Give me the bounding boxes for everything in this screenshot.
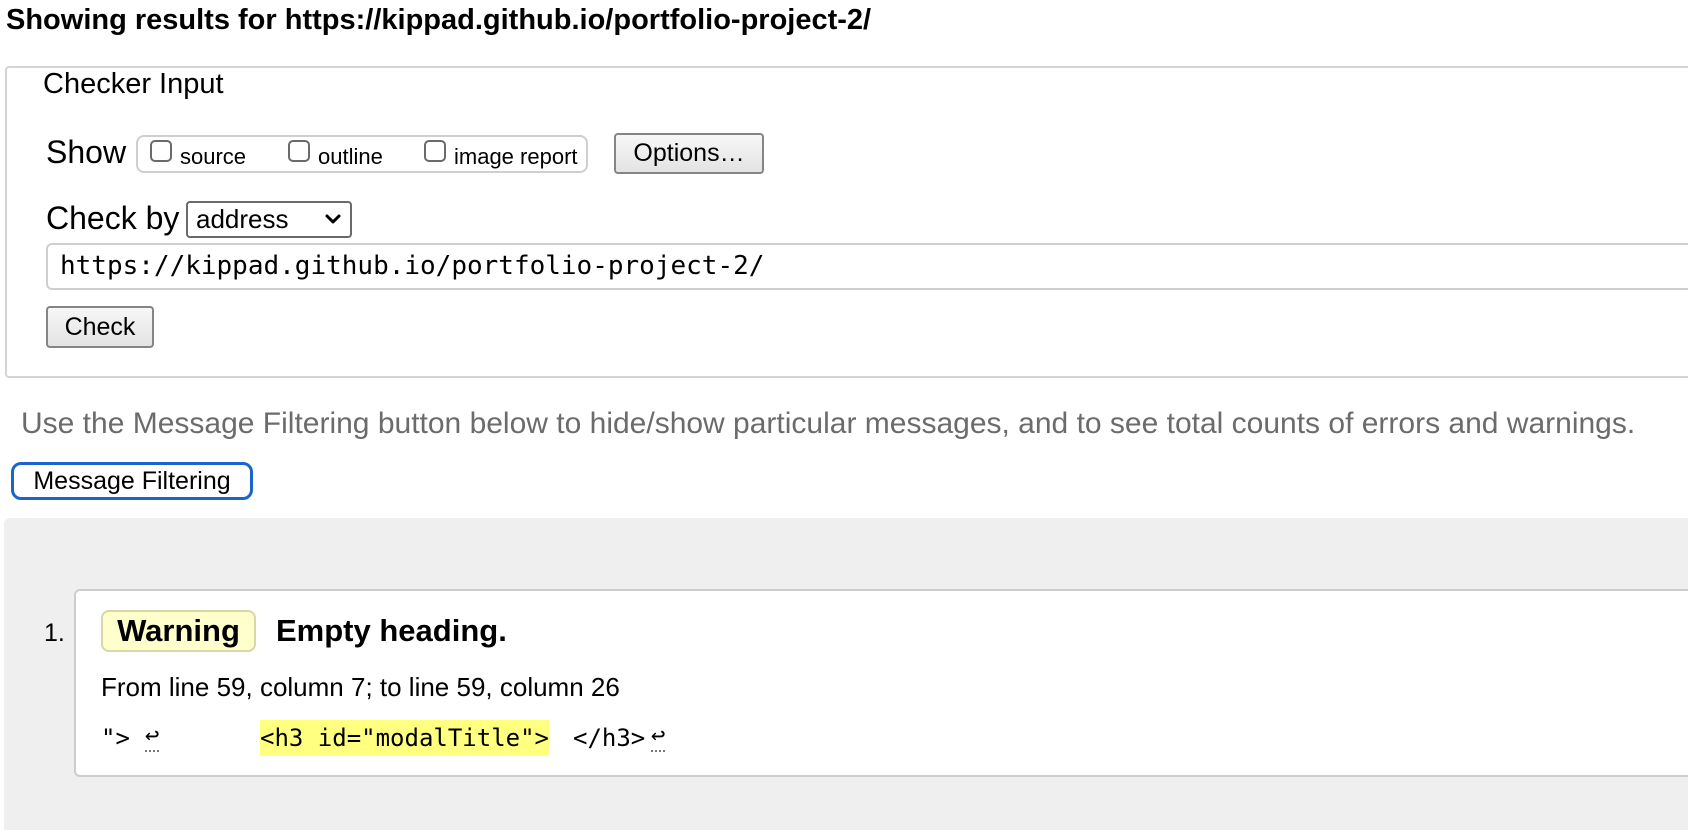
source-label[interactable]: source: [180, 143, 246, 171]
message-location[interactable]: From line 59, column 7; to line 59, colu…: [101, 672, 620, 702]
source-checkbox[interactable]: [150, 140, 172, 162]
check-by-value[interactable]: address: [196, 203, 289, 236]
message-filtering-info: Use the Message Filtering button below t…: [21, 407, 1636, 440]
check-by-select[interactable]: address: [186, 201, 352, 238]
url-input[interactable]: https://kippad.github.io/portfolio-proje…: [46, 243, 1688, 290]
extract-after: </h3>: [573, 724, 646, 752]
warning-badge: Warning: [101, 610, 256, 652]
message-filtering-button[interactable]: Message Filtering: [11, 462, 253, 500]
carriage-return-icon: ↩: [145, 720, 160, 752]
url-input-value[interactable]: https://kippad.github.io/portfolio-proje…: [60, 245, 764, 288]
validator-page: Showing results for https://kippad.githu…: [0, 0, 1688, 830]
extract-before: ">: [101, 724, 130, 752]
image-report-checkbox[interactable]: [424, 140, 446, 162]
results-heading: Showing results for https://kippad.githu…: [6, 4, 872, 36]
check-button[interactable]: Check: [46, 306, 154, 348]
options-button[interactable]: Options…: [614, 133, 764, 174]
checker-input-legend: Checker Input: [39, 68, 228, 100]
check-by-label: Check by: [46, 200, 180, 236]
show-label: Show: [46, 134, 127, 170]
chevron-down-icon[interactable]: [324, 210, 342, 228]
message-index: 1.: [44, 619, 65, 647]
message-extract: "> ↩ <h3 id="modalTitle"> </h3> ↩: [101, 720, 901, 756]
outline-checkbox[interactable]: [288, 140, 310, 162]
carriage-return-icon: ↩: [651, 720, 666, 752]
extract-highlight: <h3 id="modalTitle">: [260, 720, 549, 756]
show-options-group: source outline image report: [136, 135, 588, 173]
outline-label[interactable]: outline: [318, 143, 383, 171]
image-report-label[interactable]: image report: [454, 143, 578, 171]
message-title: Empty heading.: [276, 613, 507, 648]
